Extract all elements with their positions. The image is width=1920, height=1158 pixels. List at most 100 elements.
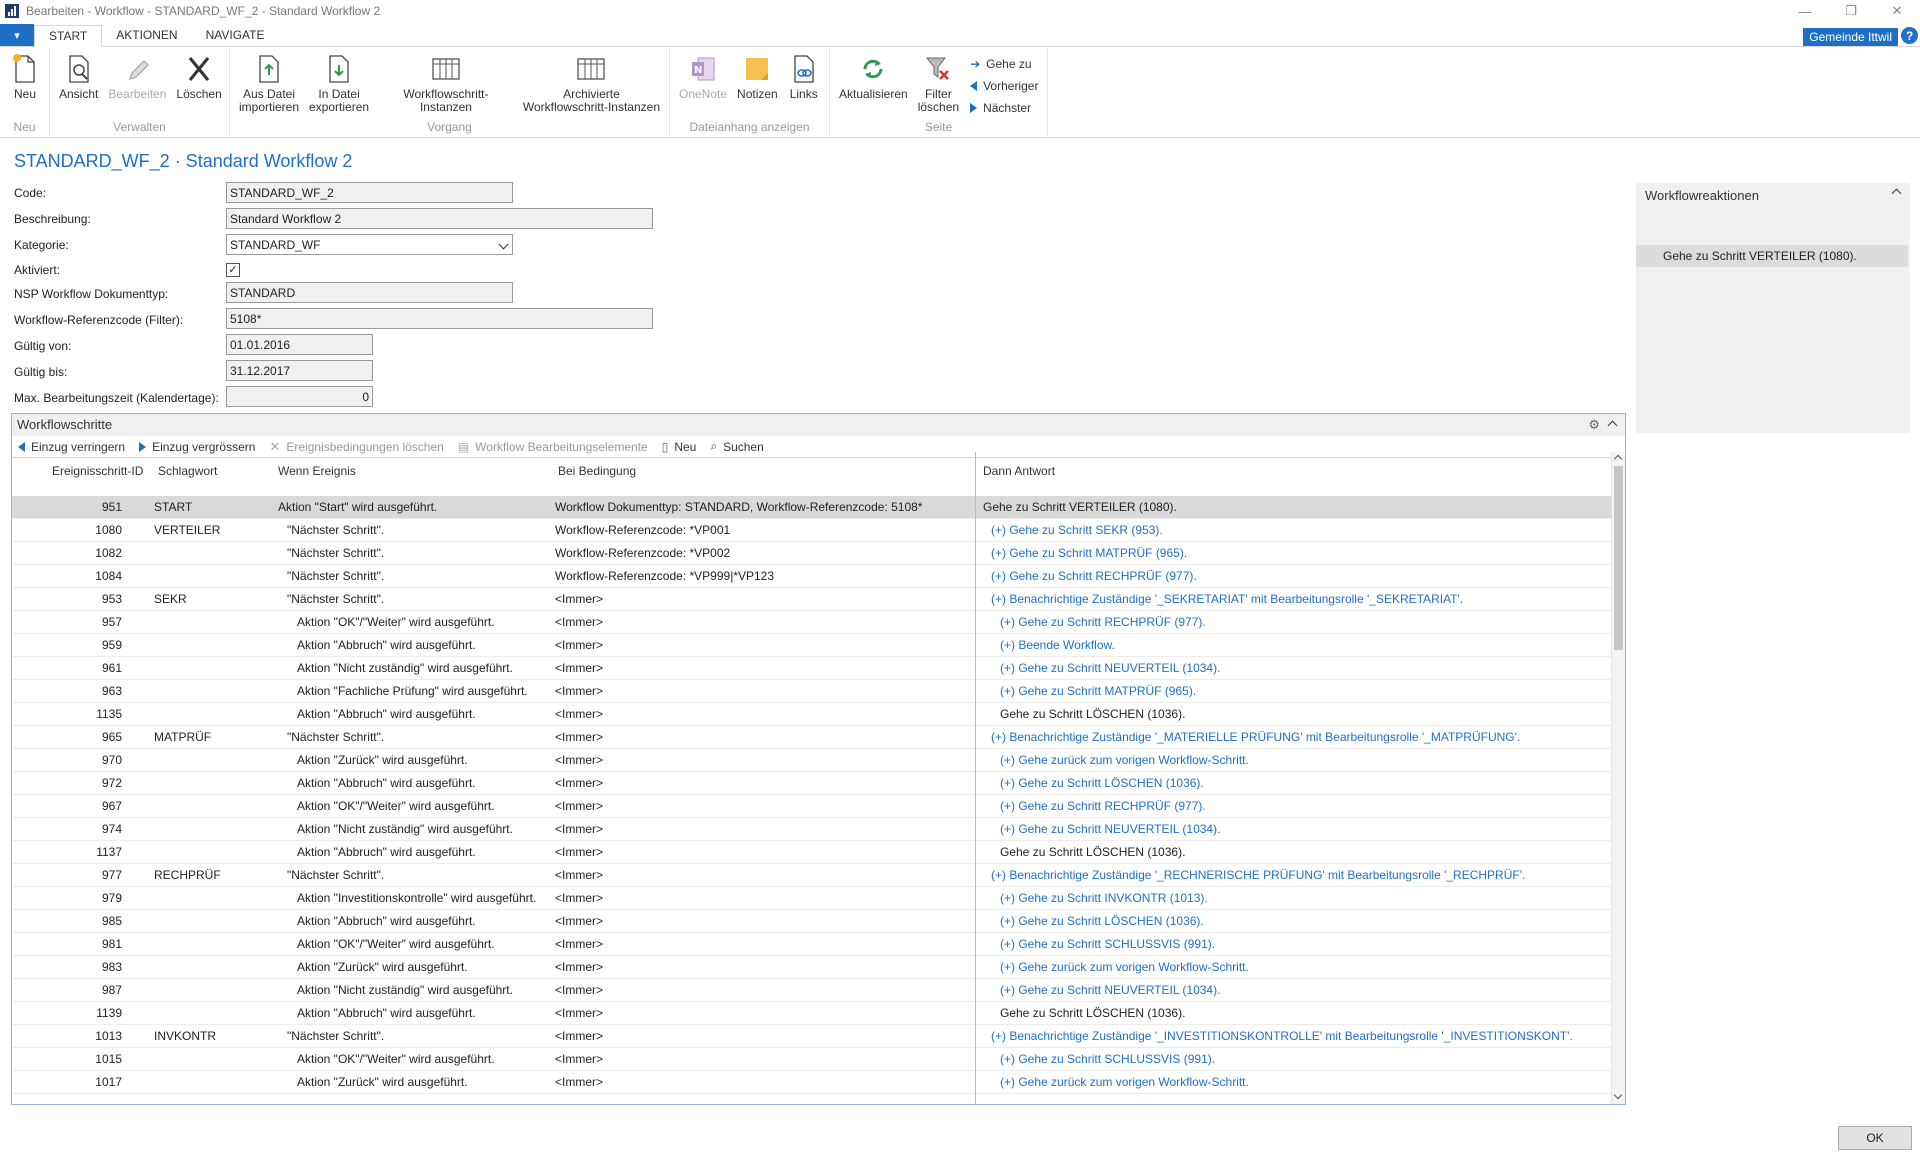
cell-dann-antwort[interactable]: (+) Gehe zu Schritt NEUVERTEIL (1034). (1000, 983, 1220, 997)
beschreibung-field[interactable]: Standard Workflow 2 (226, 208, 653, 229)
suchen-button[interactable]: ⌕ Suchen (710, 439, 763, 454)
cell-id[interactable]: 1080 (12, 523, 122, 537)
cell-id[interactable]: 1135 (12, 707, 122, 721)
table-row[interactable]: 965 MATPRÜF "Nächster Schritt". <Immer> (+) … (12, 726, 1625, 749)
ereignisbedingungen-loeschen-button[interactable]: ✕ Ereignisbedingungen löschen (269, 439, 443, 455)
aktiviert-checkbox[interactable]: ✓ (226, 263, 240, 277)
cell-bei-bedingung[interactable]: <Immer> (555, 937, 603, 951)
factbox-row[interactable]: Gehe zu Schritt VERTEILER (1080). (1636, 245, 1908, 267)
cell-bei-bedingung[interactable]: <Immer> (555, 638, 603, 652)
cell-wenn-ereignis[interactable]: Aktion "Abbruch" wird ausgeführt. (297, 914, 476, 928)
cell-bei-bedingung[interactable]: Workflow Dokumenttyp: STANDARD, Workflow… (555, 500, 922, 514)
col-header-dann-antwort[interactable]: Dann Antwort (983, 464, 1055, 478)
table-row[interactable]: 1015 Aktion "OK"/"Weiter" wird ausgeführt… (12, 1048, 1625, 1071)
cell-bei-bedingung[interactable]: <Immer> (555, 868, 603, 882)
cell-id[interactable]: 1139 (12, 1006, 122, 1020)
table-row[interactable]: 977 RECHPRÜF "Nächster Schritt". <Immer> (+)… (12, 864, 1625, 887)
restore-button[interactable]: ❐ (1828, 0, 1874, 22)
col-header-bei-bedingung[interactable]: Bei Bedingung (558, 464, 636, 478)
cell-id[interactable]: 974 (12, 822, 122, 836)
table-row[interactable]: 957 Aktion "OK"/"Weiter" wird ausgeführt.… (12, 611, 1625, 634)
table-row[interactable]: 1080 VERTEILER "Nächster Schritt". Workflow… (12, 519, 1625, 542)
vorheriger-button[interactable]: Vorheriger (970, 76, 1038, 95)
cell-bei-bedingung[interactable]: <Immer> (555, 753, 603, 767)
cell-id[interactable]: 1137 (12, 845, 122, 859)
cell-bei-bedingung[interactable]: <Immer> (555, 707, 603, 721)
table-row[interactable]: 951 START Aktion "Start" wird ausgeführt. W… (12, 496, 1625, 519)
table-row[interactable]: 970 Aktion "Zurück" wird ausgeführt. <Imme… (12, 749, 1625, 772)
cell-wenn-ereignis[interactable]: Aktion "OK"/"Weiter" wird ausgeführt. (297, 799, 495, 813)
cell-dann-antwort[interactable]: Gehe zu Schritt LÖSCHEN (1036). (1000, 845, 1185, 859)
bearbeitungselemente-button[interactable]: ▤ Workflow Bearbeitungselemente (458, 440, 648, 454)
cell-wenn-ereignis[interactable]: "Nächster Schritt". (287, 523, 384, 537)
cell-dann-antwort[interactable]: Gehe zu Schritt LÖSCHEN (1036). (1000, 1006, 1185, 1020)
table-row[interactable]: 972 Aktion "Abbruch" wird ausgeführt. <Imm… (12, 772, 1625, 795)
refcode-field[interactable]: 5108* (226, 308, 653, 329)
cell-wenn-ereignis[interactable]: "Nächster Schritt". (287, 730, 384, 744)
table-row[interactable]: 974 Aktion "Nicht zuständig" wird ausgefü… (12, 818, 1625, 841)
cell-dann-antwort[interactable]: (+) Benachrichtige Zuständige '_SEKRETAR… (991, 592, 1463, 606)
cell-wenn-ereignis[interactable]: "Nächster Schritt". (287, 868, 384, 882)
cell-dann-antwort[interactable]: (+) Beende Workflow. (1000, 638, 1115, 652)
max-zeit-field[interactable]: 0 (226, 386, 373, 407)
table-row[interactable]: 987 Aktion "Nicht zuständig" wird ausgefü… (12, 979, 1625, 1002)
cell-schlagwort[interactable]: START (154, 500, 192, 514)
cell-bei-bedingung[interactable]: <Immer> (555, 776, 603, 790)
table-row[interactable]: 1084 "Nächster Schritt". Workflow-Referenz… (12, 565, 1625, 588)
cell-bei-bedingung[interactable]: <Immer> (555, 1006, 603, 1020)
gueltig-von-field[interactable]: 01.01.2016 (226, 334, 373, 355)
cell-dann-antwort[interactable]: (+) Gehe zurück zum vorigen Workflow-Sch… (1000, 960, 1249, 974)
table-row[interactable]: 953 SEKR "Nächster Schritt". <Immer> (+) Ben… (12, 588, 1625, 611)
einzug-verringern-button[interactable]: Einzug verringern (18, 440, 125, 454)
cell-wenn-ereignis[interactable]: Aktion "OK"/"Weiter" wird ausgeführt. (297, 1052, 495, 1066)
cell-id[interactable]: 1084 (12, 569, 122, 583)
scroll-down-icon[interactable] (1613, 1090, 1623, 1100)
cell-id[interactable]: 1082 (12, 546, 122, 560)
einzug-vergroessern-button[interactable]: Einzug vergrössern (139, 440, 255, 454)
cell-id[interactable]: 970 (12, 753, 122, 767)
cell-schlagwort[interactable]: VERTEILER (154, 523, 220, 537)
cell-bei-bedingung[interactable]: Workflow-Referenzcode: *VP001 (555, 523, 730, 537)
cell-wenn-ereignis[interactable]: Aktion "Nicht zuständig" wird ausgeführt… (297, 983, 513, 997)
cell-id[interactable]: 1015 (12, 1052, 122, 1066)
cell-dann-antwort[interactable]: Gehe zu Schritt VERTEILER (1080). (983, 500, 1177, 514)
col-header-schlagwort[interactable]: Schlagwort (158, 464, 217, 478)
cell-dann-antwort[interactable]: (+) Gehe zu Schritt LÖSCHEN (1036). (1000, 914, 1204, 928)
table-row[interactable]: 1017 Aktion "Zurück" wird ausgeführt. <Imm… (12, 1071, 1625, 1094)
tab-aktionen[interactable]: AKTIONEN (102, 24, 191, 46)
tab-start[interactable]: START (34, 25, 103, 47)
cell-dann-antwort[interactable]: (+) Gehe zu Schritt RECHPRÜF (977). (1000, 799, 1206, 813)
collapse-icon[interactable] (1607, 420, 1618, 431)
cell-bei-bedingung[interactable]: <Immer> (555, 891, 603, 905)
cell-wenn-ereignis[interactable]: "Nächster Schritt". (287, 546, 384, 560)
gehe-zu-button[interactable]: ➔ Gehe zu (970, 54, 1038, 73)
cell-bei-bedingung[interactable]: <Immer> (555, 592, 603, 606)
cell-dann-antwort[interactable]: (+) Gehe zu Schritt MATPRÜF (965). (1000, 684, 1196, 698)
cell-bei-bedingung[interactable]: <Immer> (555, 1052, 603, 1066)
file-menu-button[interactable]: ▾ (0, 24, 34, 46)
cell-bei-bedingung[interactable]: <Immer> (555, 799, 603, 813)
cell-wenn-ereignis[interactable]: "Nächster Schritt". (287, 1029, 384, 1043)
cell-dann-antwort[interactable]: (+) Benachrichtige Zuständige '_INVESTIT… (991, 1029, 1573, 1043)
cell-dann-antwort[interactable]: (+) Gehe zu Schritt MATPRÜF (965). (991, 546, 1187, 560)
cell-wenn-ereignis[interactable]: Aktion "Start" wird ausgeführt. (278, 500, 437, 514)
close-button[interactable]: ✕ (1874, 0, 1920, 22)
table-row[interactable]: 979 Aktion "Investitionskontrolle" wird a… (12, 887, 1625, 910)
table-row[interactable]: 961 Aktion "Nicht zuständig" wird ausgefü… (12, 657, 1625, 680)
cell-bei-bedingung[interactable]: Workflow-Referenzcode: *VP002 (555, 546, 730, 560)
cell-id[interactable]: 985 (12, 914, 122, 928)
cell-id[interactable]: 977 (12, 868, 122, 882)
cell-bei-bedingung[interactable]: <Immer> (555, 730, 603, 744)
cell-id[interactable]: 1013 (12, 1029, 122, 1043)
table-row[interactable]: 1139 Aktion "Abbruch" wird ausgeführt. <Im… (12, 1002, 1625, 1025)
table-row[interactable]: 981 Aktion "OK"/"Weiter" wird ausgeführt.… (12, 933, 1625, 956)
cell-wenn-ereignis[interactable]: Aktion "OK"/"Weiter" wird ausgeführt. (297, 615, 495, 629)
kategorie-select[interactable]: STANDARD_WF (226, 234, 513, 255)
cell-dann-antwort[interactable]: (+) Gehe zu Schritt SCHLUSSVIS (991). (1000, 937, 1215, 951)
help-icon[interactable]: ? (1901, 27, 1918, 44)
cell-wenn-ereignis[interactable]: Aktion "Zurück" wird ausgeführt. (297, 753, 468, 767)
code-field[interactable]: STANDARD_WF_2 (226, 182, 513, 203)
cell-dann-antwort[interactable]: (+) Gehe zurück zum vorigen Workflow-Sch… (1000, 1075, 1249, 1089)
vertical-scrollbar[interactable] (1611, 452, 1625, 1104)
cell-wenn-ereignis[interactable]: Aktion "Fachliche Prüfung" wird ausgefüh… (297, 684, 528, 698)
